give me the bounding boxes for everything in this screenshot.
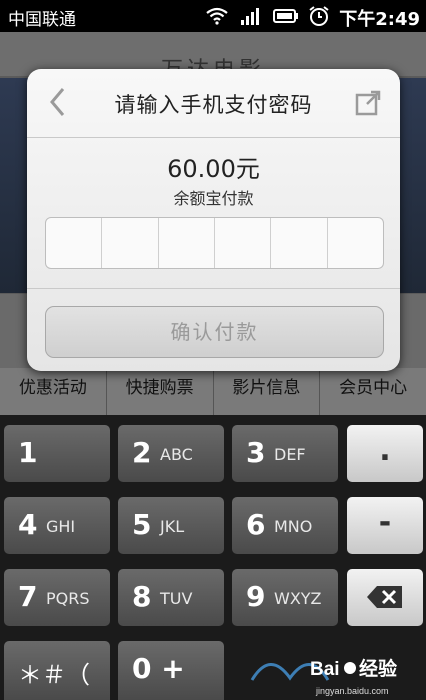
- status-bar: 中国联通 下午2:49: [0, 0, 426, 32]
- backspace-icon: [367, 586, 402, 608]
- clock: 下午2:49: [339, 9, 420, 30]
- key-dot[interactable]: .: [347, 425, 423, 482]
- signal-icon: [241, 8, 259, 25]
- app-tab-bar: 优惠活动 快捷购票 影片信息 会员中心: [0, 368, 426, 415]
- password-digit-box: [159, 218, 215, 268]
- key-2[interactable]: 2 ABC: [118, 425, 224, 482]
- key-1[interactable]: 1: [4, 425, 110, 482]
- password-input[interactable]: [45, 217, 384, 269]
- key-3[interactable]: 3 DEF: [232, 425, 338, 482]
- payment-amount: 60.00元: [167, 155, 260, 183]
- tab-movie-info[interactable]: 影片信息: [214, 368, 321, 415]
- back-arrow-icon[interactable]: [43, 85, 73, 119]
- payment-method-label: 余额宝付款: [173, 189, 254, 208]
- key-symbols[interactable]: ＊＃（: [4, 641, 110, 700]
- confirm-payment-button[interactable]: 确认付款: [45, 306, 384, 358]
- key-4[interactable]: 4 GHI: [4, 497, 110, 554]
- key-8[interactable]: 8 TUV: [118, 569, 224, 626]
- wifi-icon: [206, 7, 228, 25]
- password-digit-box: [215, 218, 272, 268]
- carrier-name: 中国联通: [8, 10, 76, 30]
- svg-text:经验: 经验: [359, 657, 398, 680]
- baidu-watermark-logo: Bai 经验 jingyan.baidu.com: [250, 657, 398, 696]
- battery-icon: [273, 9, 298, 23]
- key-dash[interactable]: -: [347, 497, 423, 554]
- tab-promotions[interactable]: 优惠活动: [0, 368, 107, 415]
- key-9[interactable]: 9 WXYZ: [232, 569, 338, 626]
- tab-member-center[interactable]: 会员中心: [320, 368, 426, 415]
- password-digit-box: [102, 218, 159, 268]
- tab-quick-buy[interactable]: 快捷购票: [107, 368, 214, 415]
- key-7[interactable]: 7 PQRS: [4, 569, 110, 626]
- alarm-icon: [309, 6, 329, 26]
- password-digit-box: [328, 218, 383, 268]
- divider: [27, 288, 400, 289]
- divider: [27, 137, 400, 138]
- dialog-title: 请输入手机支付密码: [114, 93, 313, 117]
- key-0[interactable]: 0 +: [118, 641, 224, 700]
- password-digit-box: [271, 218, 328, 268]
- key-6[interactable]: 6 MNO: [232, 497, 338, 554]
- password-digit-box: [46, 218, 103, 268]
- payment-password-dialog: 请输入手机支付密码 60.00元 余额宝付款 确认付款: [27, 69, 400, 371]
- backspace-key[interactable]: [347, 569, 423, 626]
- share-icon[interactable]: [354, 89, 382, 117]
- svg-text:Bai: Bai: [310, 659, 340, 680]
- key-5[interactable]: 5 JKL: [118, 497, 224, 554]
- svg-text:jingyan.baidu.com: jingyan.baidu.com: [315, 686, 389, 696]
